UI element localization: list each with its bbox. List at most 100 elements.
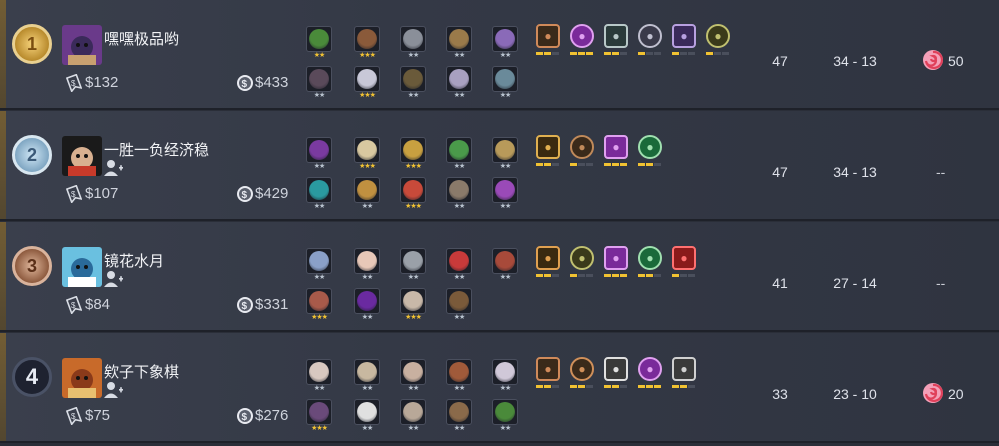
dragon-icon[interactable]: ● <box>672 246 696 270</box>
hero-brown-bear-portrait[interactable] <box>446 288 472 314</box>
hero-red-devil-portrait[interactable] <box>446 248 472 274</box>
hero-monkey-face <box>449 362 469 382</box>
beast-icon[interactable]: ● <box>638 135 662 159</box>
synergy-level-pip <box>578 163 585 166</box>
player-name[interactable]: 嘿嘿极品哟 <box>104 28 179 49</box>
hero-green-eyes-portrait[interactable] <box>492 399 518 425</box>
hero-gold-knight-portrait[interactable] <box>400 137 426 163</box>
pandaren-icon[interactable]: ● <box>604 357 628 381</box>
hero-horned-beast-portrait[interactable] <box>446 177 472 203</box>
player-name[interactable]: 欸子下象棋 <box>104 361 179 382</box>
synergy-level-pip <box>544 385 551 388</box>
beast-icon[interactable]: ● <box>604 24 628 48</box>
hero-stars: ★★ <box>361 314 374 321</box>
hero-red-ape-portrait[interactable] <box>400 177 426 203</box>
player-row[interactable]: 3 镜花水月 $ $84 $ $331 ★★ ★★ ★★ ★★ ★★ ★★★ ★★ ★★★ ★★ ● ● ●… <box>0 222 999 332</box>
insect-icon[interactable]: ● <box>570 135 594 159</box>
synergy-level-pip <box>604 163 611 166</box>
hero-helm-portrait[interactable] <box>492 137 518 163</box>
hero-pale-chef-face <box>357 251 377 271</box>
hero-red-cap-portrait[interactable] <box>492 248 518 274</box>
synergy-level-pip <box>722 52 729 55</box>
hero-old-man-portrait[interactable] <box>400 399 426 425</box>
player-name[interactable]: 镜花水月 <box>104 250 164 271</box>
hunter-icon[interactable]: ● <box>536 246 560 270</box>
hero-witch-hat-portrait[interactable] <box>400 66 426 92</box>
hero-teal-orb-face <box>309 180 329 200</box>
rank-number: 2 <box>26 144 37 165</box>
player-avatar[interactable] <box>62 358 102 398</box>
player-row[interactable]: 2 一胜一负经济稳 $ $107 $ $429 ★★ ★★★ ★★★ ★★ ★★ ★★ ★★ ★★★… <box>0 111 999 221</box>
hero-owl-portrait[interactable] <box>400 288 426 314</box>
hero-teal-orb-portrait[interactable] <box>306 177 332 203</box>
assassin-icon[interactable]: ● <box>570 357 594 381</box>
hero-viking-portrait[interactable] <box>446 66 472 92</box>
hero-stars: ★★ <box>407 274 420 281</box>
mech-icon[interactable]: ● <box>638 24 662 48</box>
beast-icon[interactable]: ● <box>638 246 662 270</box>
hat-icon[interactable]: ● <box>672 357 696 381</box>
player-row[interactable]: 4 欸子下象棋 $ $75 $ $276 ★★ ★★ ★★ ★★ ★★ ★★★ ★★ ★★ ★★ ★★ ●… <box>0 333 999 443</box>
synergy-level-pip <box>612 52 619 55</box>
rank-badge: 1 <box>12 24 52 64</box>
hero-masked-face <box>309 402 329 422</box>
hero-blue-ghost-portrait[interactable] <box>306 248 332 274</box>
hero-bearded-portrait[interactable] <box>306 288 332 314</box>
warrior-icon[interactable]: ● <box>536 135 560 159</box>
hero-bat-portrait[interactable] <box>306 137 332 163</box>
hero-green-eyes-face <box>495 402 515 422</box>
hero-cowboy-portrait[interactable] <box>354 137 380 163</box>
hero-stars: ★★ <box>361 425 374 432</box>
hero-stars: ★★ <box>313 274 326 281</box>
hero-dark-rogue-portrait[interactable] <box>306 66 332 92</box>
hero-stars: ★★ <box>361 203 374 210</box>
player-avatar[interactable] <box>62 25 102 65</box>
player-row[interactable]: 1 嘿嘿极品哟 $ $132 $ $433 ★★ ★★★ ★★ ★★ ★★ ★★ ★★★ ★★ ★★ ★… <box>0 0 999 110</box>
hero-white-hair-portrait[interactable] <box>354 66 380 92</box>
hero-gold-hood-portrait[interactable] <box>354 177 380 203</box>
hero-purple-hood-portrait[interactable] <box>492 26 518 52</box>
hero-purple-witch-portrait[interactable] <box>492 177 518 203</box>
add-friend-icon[interactable] <box>104 270 124 288</box>
hero-robot-portrait[interactable] <box>492 66 518 92</box>
synergy-level-pip <box>672 52 679 55</box>
add-friend-icon[interactable] <box>104 159 124 177</box>
hero-tree-portrait[interactable] <box>446 26 472 52</box>
player-name[interactable]: 一胜一负经济稳 <box>104 139 209 160</box>
hero-panda-portrait[interactable] <box>354 399 380 425</box>
hero-masked-portrait[interactable] <box>306 399 332 425</box>
hero-green-bandit-portrait[interactable] <box>446 137 472 163</box>
hero-pale-chef-portrait[interactable] <box>354 248 380 274</box>
hero-fur-hood-portrait[interactable] <box>446 399 472 425</box>
player-avatar[interactable] <box>62 247 102 287</box>
synergy-level-pip <box>612 163 619 166</box>
hero-pale-lady-portrait[interactable] <box>306 359 332 385</box>
hero-stars: ★★★ <box>311 425 328 432</box>
hero-silver-hair-portrait[interactable] <box>492 359 518 385</box>
hero-stars: ★★ <box>313 203 326 210</box>
svg-text:$: $ <box>242 301 248 312</box>
demon-icon[interactable]: ● <box>638 357 662 381</box>
demon-icon[interactable]: ● <box>604 135 628 159</box>
hero-stars: ★★★ <box>311 314 328 321</box>
mage-icon[interactable]: ● <box>672 24 696 48</box>
hero-monkey-portrait[interactable] <box>446 359 472 385</box>
hero-brown-hair-portrait[interactable] <box>354 26 380 52</box>
hero-grey-bird-portrait[interactable] <box>400 248 426 274</box>
hero-mustache-portrait[interactable] <box>400 359 426 385</box>
add-friend-icon[interactable] <box>104 381 124 399</box>
hero-green-eyes-portrait[interactable] <box>306 26 332 52</box>
synergy-level-pip <box>544 163 551 166</box>
synergy-level-pip <box>536 163 543 166</box>
hero-purple-shade-portrait[interactable] <box>354 288 380 314</box>
player-avatar[interactable] <box>62 136 102 176</box>
hero-bull-portrait[interactable] <box>354 359 380 385</box>
goblin-icon[interactable]: ● <box>570 246 594 270</box>
knight-icon[interactable]: ● <box>536 357 560 381</box>
demon-icon[interactable]: ● <box>604 246 628 270</box>
goblin-icon[interactable]: ● <box>706 24 730 48</box>
demon-icon[interactable]: ● <box>570 24 594 48</box>
hero-grey-beast-portrait[interactable] <box>400 26 426 52</box>
hero-stars: ★★ <box>453 163 466 170</box>
knight-icon[interactable]: ● <box>536 24 560 48</box>
